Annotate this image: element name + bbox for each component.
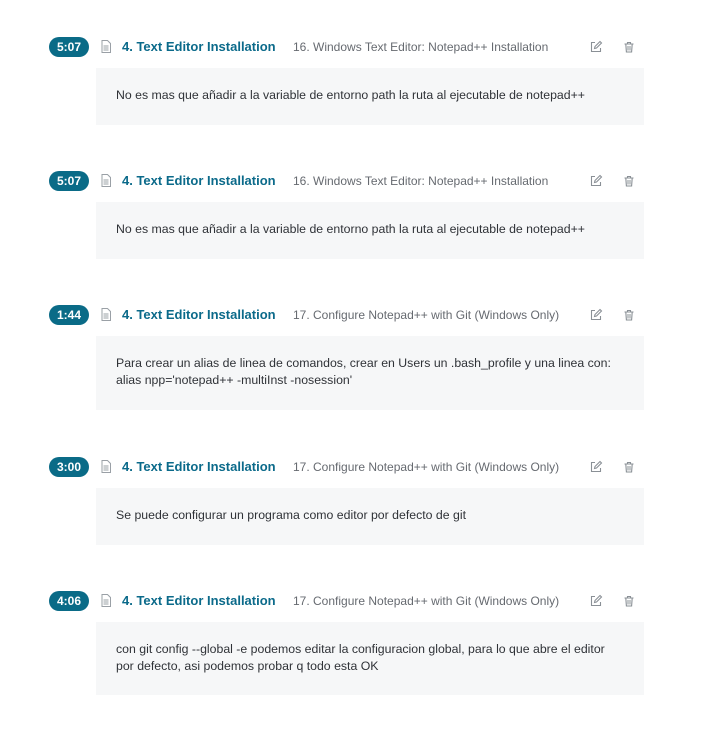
trash-icon[interactable] [622, 174, 636, 188]
lecture-link[interactable]: 17. Configure Notepad++ with Git (Window… [293, 457, 559, 477]
timestamp-badge[interactable]: 3:00 [49, 457, 89, 477]
edit-icon[interactable] [589, 174, 603, 188]
lecture-link[interactable]: 17. Configure Notepad++ with Git (Window… [293, 591, 559, 611]
timestamp-badge[interactable]: 4:06 [49, 591, 89, 611]
edit-icon[interactable] [589, 594, 603, 608]
edit-icon[interactable] [589, 308, 603, 322]
document-icon [101, 460, 111, 473]
edit-icon[interactable] [589, 40, 603, 54]
section-link[interactable]: 4. Text Editor Installation [122, 457, 276, 477]
lecture-link[interactable]: 16. Windows Text Editor: Notepad++ Insta… [293, 171, 548, 191]
note-header: 3:00 4. Text Editor Installation 17. Con… [0, 455, 702, 479]
note-text: No es mas que añadir a la variable de en… [96, 68, 644, 125]
trash-icon[interactable] [622, 594, 636, 608]
section-link[interactable]: 4. Text Editor Installation [122, 171, 276, 191]
timestamp-badge[interactable]: 5:07 [49, 37, 89, 57]
trash-icon[interactable] [622, 308, 636, 322]
document-icon [101, 308, 111, 321]
note-header: 1:44 4. Text Editor Installation 17. Con… [0, 303, 702, 327]
timestamp-badge[interactable]: 1:44 [49, 305, 89, 325]
note-header: 4:06 4. Text Editor Installation 17. Con… [0, 589, 702, 613]
lecture-link[interactable]: 17. Configure Notepad++ with Git (Window… [293, 305, 559, 325]
section-link[interactable]: 4. Text Editor Installation [122, 591, 276, 611]
document-icon [101, 174, 111, 187]
document-icon [101, 594, 111, 607]
section-link[interactable]: 4. Text Editor Installation [122, 305, 276, 325]
lecture-link[interactable]: 16. Windows Text Editor: Notepad++ Insta… [293, 37, 548, 57]
trash-icon[interactable] [622, 40, 636, 54]
note-text: Para crear un alias de linea de comandos… [96, 336, 644, 410]
note-text: Se puede configurar un programa como edi… [96, 488, 644, 545]
note-text: con git config --global -e podemos edita… [96, 622, 644, 695]
timestamp-badge[interactable]: 5:07 [49, 171, 89, 191]
edit-icon[interactable] [589, 460, 603, 474]
note-header: 5:07 4. Text Editor Installation 16. Win… [0, 169, 702, 193]
note-header: 5:07 4. Text Editor Installation 16. Win… [0, 35, 702, 59]
section-link[interactable]: 4. Text Editor Installation [122, 37, 276, 57]
trash-icon[interactable] [622, 460, 636, 474]
note-text: No es mas que añadir a la variable de en… [96, 202, 644, 259]
document-icon [101, 40, 111, 53]
